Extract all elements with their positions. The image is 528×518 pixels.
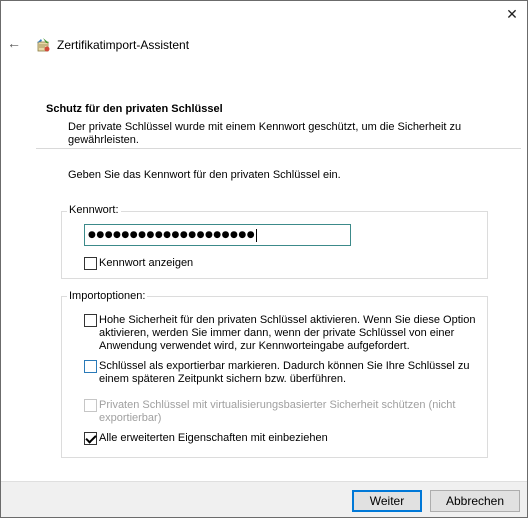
show-password-label: Kennwort anzeigen	[99, 257, 194, 269]
back-arrow-icon: ←	[7, 35, 21, 51]
wizard-window: ✕ ← Zertifikatimport-Assistent Schutz fü…	[0, 0, 528, 518]
back-button[interactable]: ←	[5, 34, 23, 52]
instruction-text: Geben Sie das Kennwort für den privaten …	[68, 169, 341, 181]
option-vbs-label: Privaten Schlüssel mit virtualisierungsb…	[99, 399, 456, 424]
cancel-button[interactable]: Abbrechen	[430, 490, 520, 512]
option-vbs-row: Privaten Schlüssel mit virtualisierungsb…	[84, 399, 479, 425]
option-extended-properties-label: Alle erweiterten Eigenschaften mit einbe…	[99, 432, 328, 444]
section-heading: Schutz für den privaten Schlüssel	[46, 103, 223, 115]
option-exportable-row[interactable]: Schlüssel als exportierbar markieren. Da…	[84, 360, 479, 386]
option-high-security-checkbox[interactable]	[84, 314, 97, 327]
option-exportable-checkbox[interactable]	[84, 360, 97, 373]
option-exportable-label: Schlüssel als exportierbar markieren. Da…	[99, 360, 470, 385]
password-input[interactable]: ●●●●●●●●●●●●●●●●●●●●	[84, 224, 351, 246]
wizard-title: Zertifikatimport-Assistent	[57, 38, 190, 52]
option-high-security-row[interactable]: Hohe Sicherheit für den privaten Schlüss…	[84, 314, 479, 353]
wizard-footer: Weiter Abbrechen	[1, 481, 527, 517]
section-description: Der private Schlüssel wurde mit einem Ke…	[68, 121, 462, 146]
option-extended-properties-row[interactable]: Alle erweiterten Eigenschaften mit einbe…	[84, 432, 479, 445]
password-group-legend: Kennwort:	[67, 204, 121, 216]
text-caret	[256, 228, 258, 242]
close-icon: ✕	[506, 5, 518, 22]
option-vbs-checkbox	[84, 399, 97, 412]
import-options-legend: Importoptionen:	[67, 290, 148, 302]
password-masked-value: ●●●●●●●●●●●●●●●●●●●●	[88, 230, 256, 240]
show-password-checkbox[interactable]	[84, 257, 97, 270]
close-button[interactable]: ✕	[497, 1, 527, 27]
certificate-wizard-icon	[37, 38, 50, 52]
header-separator	[36, 148, 521, 149]
next-button[interactable]: Weiter	[352, 490, 422, 512]
option-extended-properties-checkbox[interactable]	[84, 432, 97, 445]
option-high-security-label: Hohe Sicherheit für den privaten Schlüss…	[99, 314, 476, 352]
show-password-row[interactable]: Kennwort anzeigen	[84, 257, 193, 270]
